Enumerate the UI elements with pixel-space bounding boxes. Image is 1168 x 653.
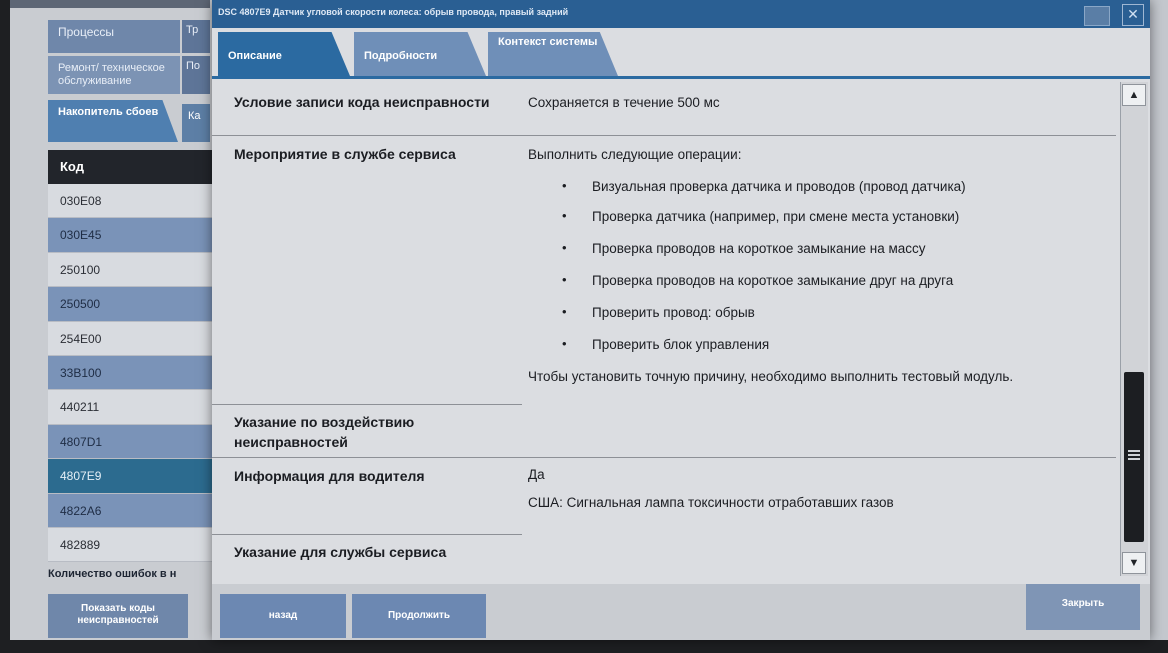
back-button[interactable]: назад	[220, 594, 346, 638]
service-step: Визуальная проверка датчика и проводов (…	[592, 179, 966, 194]
fault-detail-dialog: DSC 4807E9 Датчик угловой скорости колес…	[212, 0, 1150, 640]
tab-underline	[212, 76, 1150, 79]
divider	[212, 404, 522, 405]
service-label: Мероприятие в службе сервиса	[234, 146, 456, 162]
fault-code-table: Код 030E08 030E45 250100 250500 254E00 3…	[48, 150, 214, 563]
table-row[interactable]: 440211	[48, 390, 214, 425]
table-row[interactable]: 482889	[48, 527, 214, 563]
table-row[interactable]: 254E00	[48, 321, 214, 356]
driver-info-value: Да	[528, 467, 545, 482]
continue-button[interactable]: Продолжить	[352, 594, 486, 638]
table-header-code: Код	[48, 150, 214, 184]
service-intro: Выполнить следующие операции:	[528, 147, 742, 162]
table-row[interactable]: 030E08	[48, 184, 214, 219]
scroll-thumb[interactable]	[1124, 372, 1144, 542]
service-step: Проверка проводов на короткое замыкание …	[592, 241, 926, 256]
divider	[212, 135, 1116, 136]
tab-details[interactable]: Подробности	[354, 32, 486, 76]
table-row-selected[interactable]: 4807E9	[48, 459, 214, 494]
scroll-down-icon[interactable]: ▼	[1122, 552, 1146, 574]
service-step: Проверка датчика (например, при смене ме…	[592, 209, 960, 224]
dialog-titlebar: DSC 4807E9 Датчик угловой скорости колес…	[212, 0, 1150, 28]
bullet-icon: •	[562, 336, 567, 351]
bullet-icon: •	[562, 208, 567, 223]
service-hint-label: Указание для службы сервиса	[234, 544, 447, 560]
table-row[interactable]: 4822A6	[48, 493, 214, 528]
tab-description[interactable]: Описание	[218, 32, 350, 76]
close-button[interactable]: Закрыть	[1026, 584, 1140, 630]
subtab-side[interactable]: Ка	[182, 104, 210, 142]
background-titlebar	[10, 0, 210, 8]
content-scrollbar[interactable]: ▲ ▼	[1120, 82, 1148, 576]
divider	[212, 534, 522, 535]
table-row[interactable]: 4807D1	[48, 424, 214, 460]
subtab-fault-memory[interactable]: Накопитель сбоев	[48, 100, 178, 142]
divider	[212, 457, 1116, 458]
background-nav: Процессы Тр Ремонт/ техническое обслужив…	[48, 12, 210, 94]
scroll-up-icon[interactable]: ▲	[1122, 84, 1146, 106]
condition-label: Условие записи кода неисправности	[234, 94, 490, 110]
driver-info-label: Информация для водителя	[234, 468, 425, 484]
impact-label: Указание по воздействию неисправностей	[234, 414, 415, 450]
error-count-label: Количество ошибок в н	[48, 568, 177, 580]
nav-tab-repair[interactable]: Ремонт/ техническое обслуживание	[48, 56, 180, 94]
dialog-footer: назад Продолжить Закрыть	[212, 584, 1150, 640]
table-row[interactable]: 33B100	[48, 355, 214, 391]
bullet-icon: •	[562, 272, 567, 287]
driver-info-detail: США: Сигнальная лампа токсичности отрабо…	[528, 495, 894, 510]
service-step: Проверить блок управления	[592, 337, 770, 352]
tab-system-context[interactable]: Контекст системы	[488, 32, 618, 76]
table-row[interactable]: 250500	[48, 287, 214, 322]
table-row[interactable]: 030E45	[48, 218, 214, 253]
nav-tab-repair-side[interactable]: По	[182, 56, 210, 94]
show-codes-button[interactable]: Показать коды неисправностей	[48, 594, 188, 638]
nav-tab-processes-side[interactable]: Тр	[182, 20, 210, 53]
bullet-icon: •	[562, 304, 567, 319]
window-control-icon[interactable]	[1084, 6, 1110, 26]
grip-icon	[1128, 450, 1140, 460]
condition-value: Сохраняется в течение 500 мс	[528, 95, 720, 110]
close-icon[interactable]: ✕	[1122, 4, 1144, 26]
table-row[interactable]: 250100	[48, 252, 214, 288]
dialog-title: DSC 4807E9 Датчик угловой скорости колес…	[218, 7, 569, 17]
background-right-edge	[1150, 0, 1168, 640]
bullet-icon: •	[562, 178, 567, 193]
nav-tab-processes[interactable]: Процессы	[48, 20, 180, 53]
service-step: Проверка проводов на короткое замыкание …	[592, 273, 954, 288]
service-step: Проверить провод: обрыв	[592, 305, 755, 320]
description-panel: Условие записи кода неисправности Сохран…	[212, 82, 1116, 582]
bullet-icon: •	[562, 240, 567, 255]
service-outro: Чтобы установить точную причину, необход…	[528, 369, 1014, 384]
dialog-tabs: Описание Подробности Контекст системы	[218, 32, 1148, 76]
